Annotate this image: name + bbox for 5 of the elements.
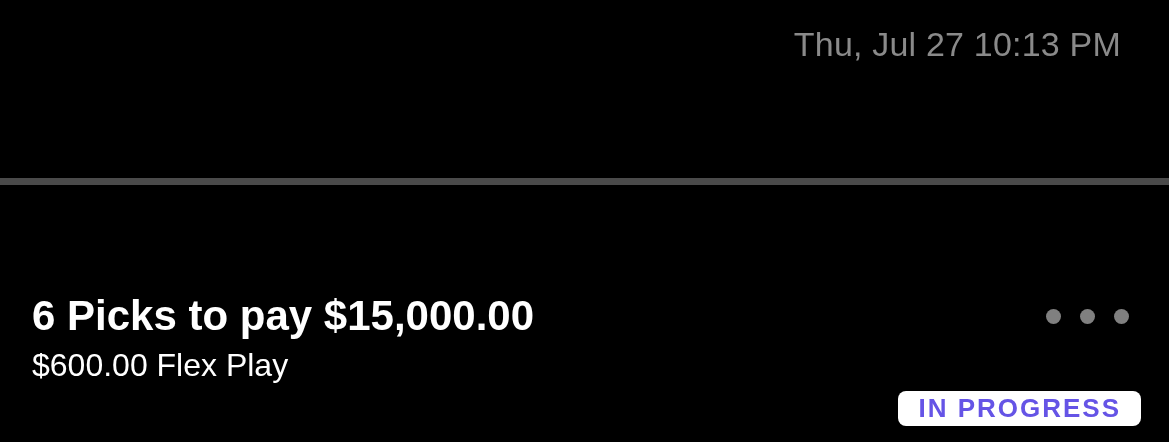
entry-title: 6 Picks to pay $15,000.00: [32, 291, 534, 341]
entry-subtitle: $600.00 Flex Play: [32, 346, 290, 385]
more-options-icon[interactable]: [1046, 308, 1129, 324]
status-badge: IN PROGRESS: [898, 391, 1141, 426]
timestamp: Thu, Jul 27 10:13 PM: [793, 24, 1121, 65]
